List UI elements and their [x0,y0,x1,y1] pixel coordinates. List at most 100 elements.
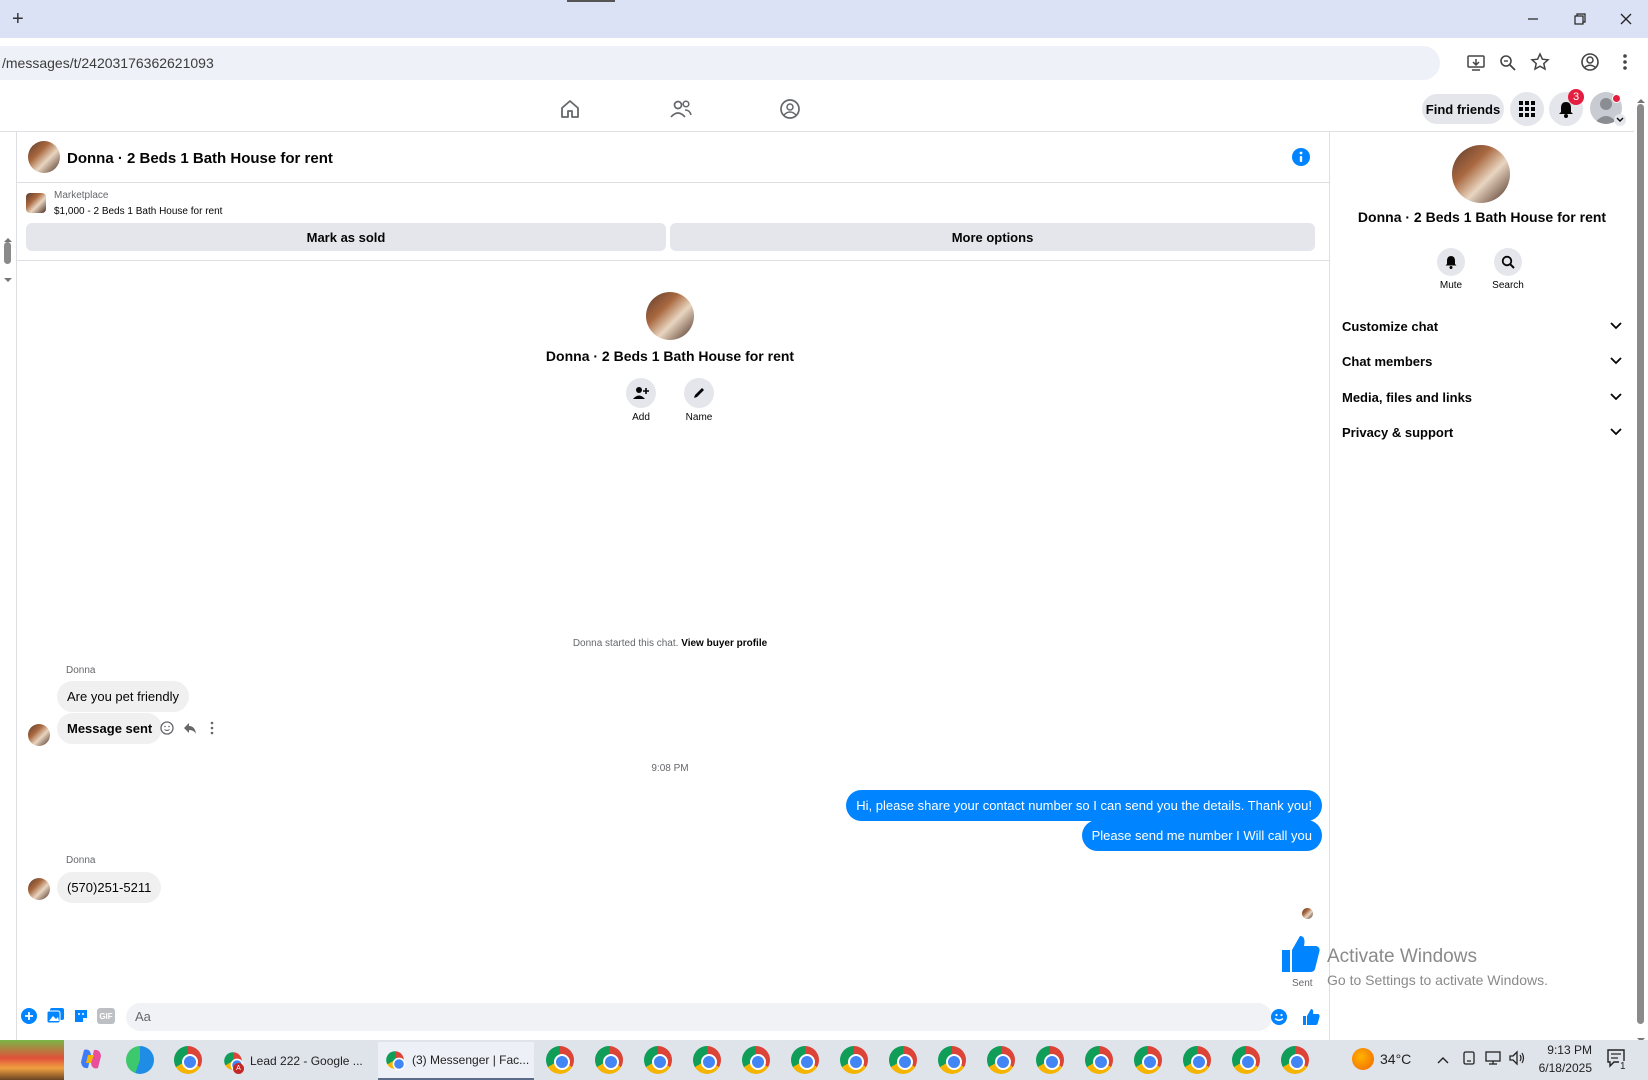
chrome-profile-icon[interactable] [1281,1046,1309,1074]
chrome-profile-icon[interactable] [742,1046,770,1074]
sender-avatar[interactable] [28,724,50,746]
page-scroll-thumb[interactable] [1637,104,1644,1024]
chrome-profile-icon[interactable] [546,1046,574,1074]
weather-temperature[interactable]: 34°C [1380,1051,1411,1067]
mark-as-sold-button[interactable]: Mark as sold [26,223,666,251]
section-label: Chat members [1342,353,1433,369]
panel-avatar[interactable] [1452,145,1510,203]
message-bubble-incoming[interactable]: (570)251-5211 [57,872,162,903]
chrome-profile-icon[interactable] [1085,1046,1113,1074]
profile-icon[interactable] [1580,52,1600,77]
sender-name: Donna [66,855,96,866]
message-bubble-outgoing[interactable]: Please send me number I Will call you [1081,820,1322,851]
react-button[interactable] [160,721,174,740]
message-bubble-incoming[interactable]: Message sent [57,713,163,744]
find-friends-button[interactable]: Find friends [1422,94,1504,124]
menu-grid-button[interactable] [1510,92,1544,126]
chat-panel [16,132,1330,1040]
more-options-button[interactable]: More options [670,223,1315,251]
section-media-files-links[interactable]: Media, files and links [1342,380,1622,414]
chrome-profile-icon[interactable] [791,1046,819,1074]
account-dropdown[interactable] [1614,114,1626,126]
close-window-button[interactable] [1612,8,1640,30]
windows-watermark-subtitle: Go to Settings to activate Windows. [1327,972,1548,988]
mute-label: Mute [1439,280,1463,291]
zoom-icon[interactable] [1498,53,1518,78]
device-tray-icon[interactable] [1462,1050,1476,1071]
listing-title[interactable]: $1,000 - 2 Beds 1 Bath House for rent [54,206,222,217]
intro-avatar[interactable] [646,292,694,340]
thumbs-up-sticker[interactable] [1280,932,1322,979]
chrome-profile-icon[interactable] [1183,1046,1211,1074]
chrome-profile-icon[interactable] [595,1046,623,1074]
windows-watermark-title: Activate Windows [1327,946,1477,967]
network-tray-icon[interactable] [1484,1050,1502,1071]
chrome-profile-icon[interactable] [1036,1046,1064,1074]
mute-button[interactable] [1437,248,1465,276]
chrome-profile-icon[interactable] [1232,1046,1260,1074]
chat-avatar[interactable] [28,141,60,173]
sticker-button[interactable] [73,1008,89,1029]
conversation-info-button[interactable] [1292,148,1310,166]
section-customize-chat[interactable]: Customize chat [1342,309,1622,343]
browser-menu-icon[interactable] [1620,52,1630,77]
conversation-info-panel [1330,132,1634,1040]
new-tab-button[interactable]: + [12,8,24,31]
chrome-profile-icon[interactable] [889,1046,917,1074]
section-chat-members[interactable]: Chat members [1342,344,1622,378]
browser-tab-bar [0,0,1648,38]
gif-button[interactable]: GIF [97,1008,115,1024]
chrome-profile-icon[interactable] [1134,1046,1162,1074]
minimize-button[interactable] [1519,8,1547,30]
more-actions-button[interactable] [21,1008,37,1029]
listing-thumbnail[interactable] [26,193,46,213]
notification-center-count: 1 [1619,1061,1627,1072]
sender-avatar[interactable] [28,878,50,900]
show-hidden-icons[interactable] [1437,1052,1449,1070]
taskbar-window-messenger[interactable]: (3) Messenger | Fac... [378,1042,534,1080]
reply-button[interactable] [183,721,197,740]
friends-nav[interactable] [666,96,696,122]
taskbar-clock-date[interactable]: 6/18/2025 [1518,1061,1592,1075]
section-privacy-support[interactable]: Privacy & support [1342,415,1622,449]
search-conversation-button[interactable] [1494,248,1522,276]
edge-browser-button[interactable] [126,1046,154,1074]
chrome-profile-icon[interactable] [987,1046,1015,1074]
chrome-profile-icon[interactable] [644,1046,672,1074]
message-bubble-outgoing[interactable]: Hi, please share your contact number so … [846,790,1322,821]
install-app-icon[interactable] [1466,53,1486,78]
message-more-button[interactable] [209,721,215,740]
restore-button[interactable] [1566,8,1594,30]
grid-icon [1519,101,1535,117]
chat-title[interactable]: Donna · 2 Beds 1 Bath House for rent [67,150,333,167]
edit-name-button[interactable] [684,378,714,408]
weather-icon[interactable] [1352,1048,1374,1070]
widgets-button[interactable] [0,1040,64,1080]
send-like-button[interactable] [1302,1008,1320,1031]
view-buyer-profile-link[interactable]: View buyer profile [681,638,767,649]
attach-photo-button[interactable] [46,1008,64,1029]
scroll-down-arrow[interactable] [3,270,13,288]
chevron-down-icon [1610,393,1622,401]
groups-icon [780,99,800,119]
profile-badge-icon: A [233,1063,244,1074]
url-input[interactable]: /messages/t/24203176362621093 [0,46,1440,80]
section-label: Customize chat [1342,318,1439,334]
left-scroll-thumb[interactable] [4,242,11,264]
chrome-profile-icon[interactable] [938,1046,966,1074]
add-people-button[interactable] [626,378,656,408]
chrome-taskbar-icon[interactable] [174,1046,202,1074]
left-sidebar-edge [0,132,16,1040]
chevron-down-icon [1616,117,1624,122]
taskbar-clock-time[interactable]: 9:13 PM [1528,1043,1592,1057]
chrome-profile-icon[interactable] [693,1046,721,1074]
message-bubble-incoming[interactable]: Are you pet friendly [57,681,190,712]
taskbar-window-lead[interactable]: Lead 222 - Google ... [216,1042,372,1080]
message-input[interactable]: Aa [126,1003,1272,1031]
chrome-profile-icon[interactable] [840,1046,868,1074]
groups-nav[interactable] [775,96,805,122]
copilot-button[interactable] [78,1046,104,1072]
home-nav[interactable] [555,96,585,122]
bookmark-star-icon[interactable] [1530,52,1550,77]
emoji-button[interactable] [1271,1009,1287,1030]
